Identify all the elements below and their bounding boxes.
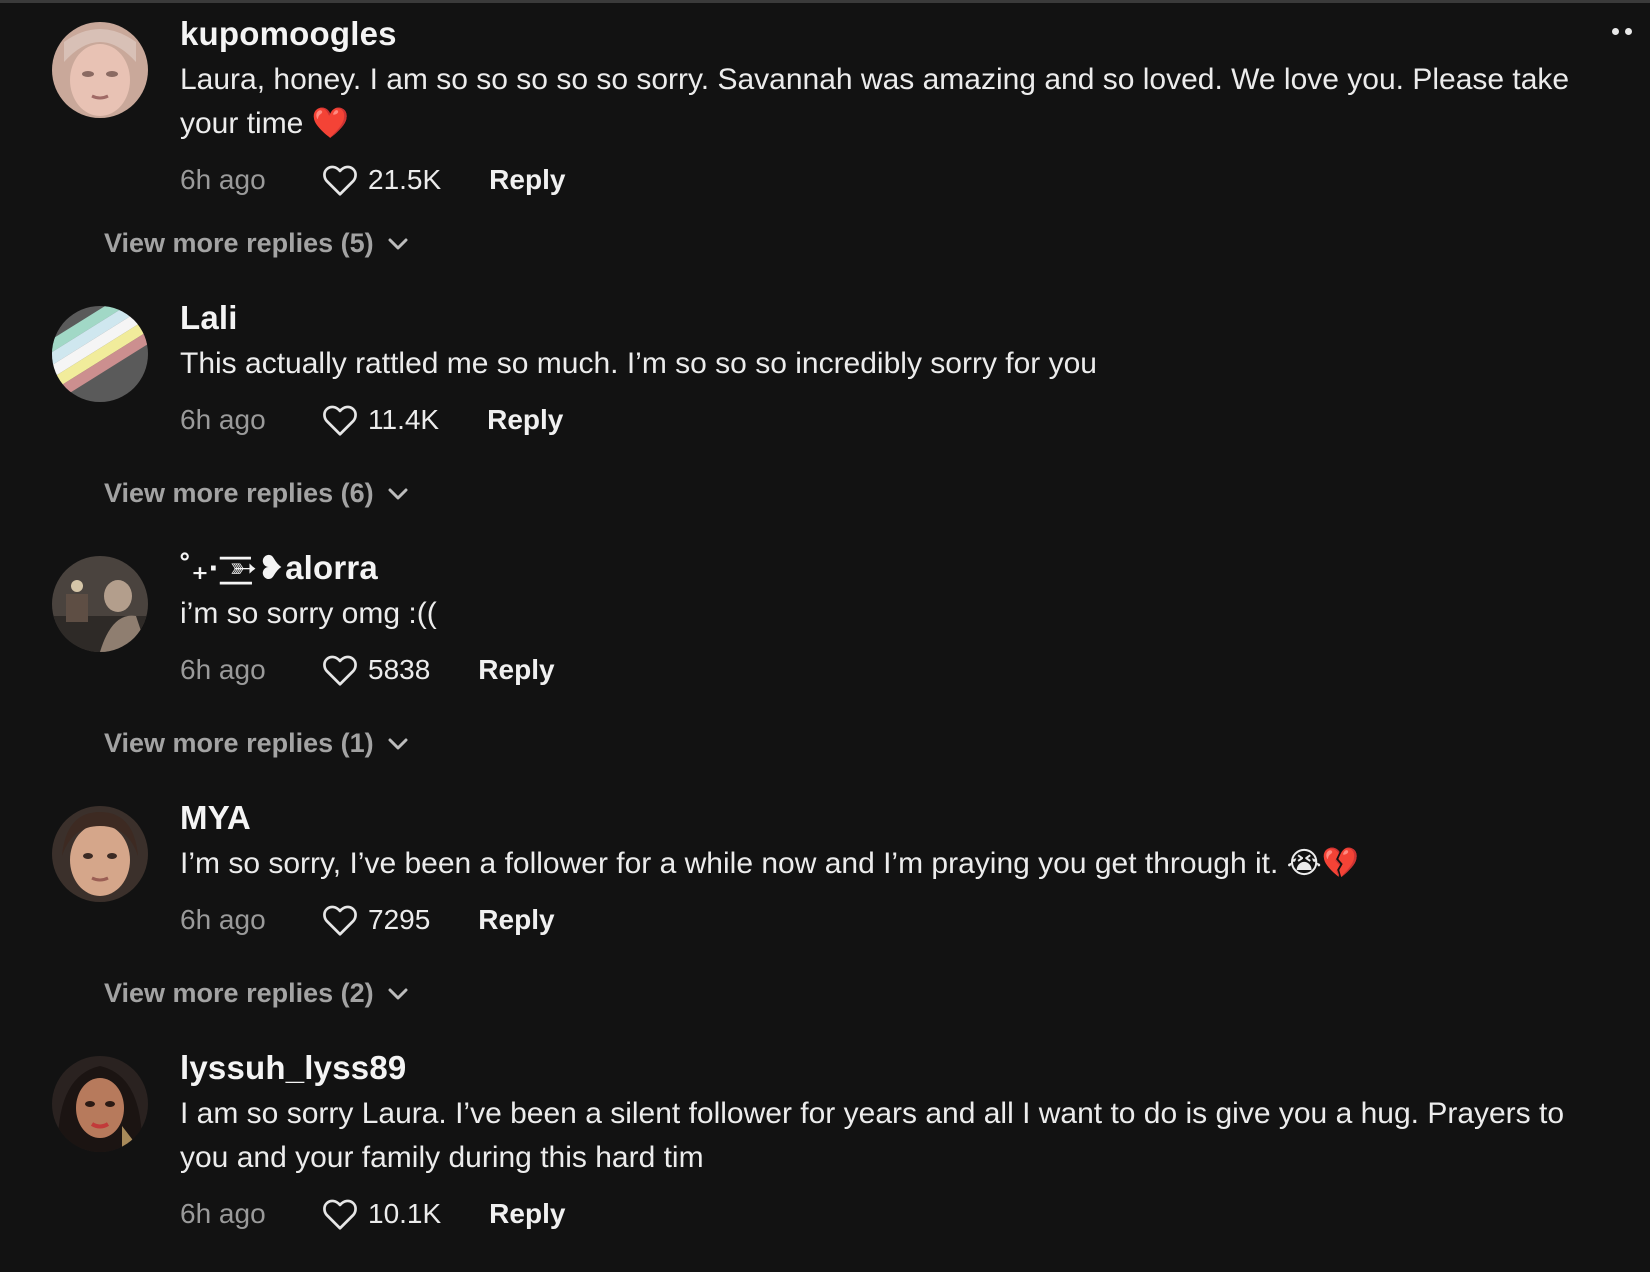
heart-outline-icon	[323, 405, 357, 436]
comment-username[interactable]: ˚₊· ͟͟͞͞➳❥alorra	[180, 546, 1600, 590]
view-more-label: View more replies (1)	[104, 728, 374, 758]
chevron-down-icon	[388, 738, 408, 749]
heart-outline-icon	[323, 655, 357, 686]
top-divider	[0, 0, 1650, 3]
reply-button[interactable]: Reply	[478, 904, 554, 936]
view-more-label: View more replies (2)	[104, 978, 374, 1008]
view-more-replies[interactable]: View more replies (5)	[104, 228, 408, 259]
view-more-replies[interactable]: View more replies (1)	[104, 728, 408, 759]
like-count: 21.5K	[368, 164, 442, 195]
comment-text: This actually rattled me so much. I’m so…	[180, 347, 1097, 380]
like-button[interactable]: 21.5K	[322, 163, 441, 197]
avatar[interactable]	[52, 556, 148, 652]
view-more-label: View more replies (6)	[104, 478, 374, 508]
more-options-icon[interactable]	[1612, 28, 1632, 35]
comment-username[interactable]: kupomoogles	[180, 12, 1600, 56]
like-button[interactable]: 7295	[322, 903, 430, 937]
reply-button[interactable]: Reply	[489, 1198, 565, 1230]
comment-time: 6h ago	[180, 904, 266, 935]
comment-username[interactable]: MYA	[180, 796, 1600, 840]
chevron-down-icon	[388, 488, 408, 499]
view-more-label: View more replies (5)	[104, 228, 374, 258]
reply-button[interactable]: Reply	[487, 404, 563, 436]
avatar[interactable]	[52, 306, 148, 402]
avatar[interactable]	[52, 806, 148, 902]
comment-time: 6h ago	[180, 404, 266, 435]
comment-text: Laura, honey. I am so so so so so sorry.…	[180, 63, 1570, 140]
like-button[interactable]: 5838	[322, 653, 430, 687]
like-count: 5838	[368, 654, 431, 685]
reply-button[interactable]: Reply	[478, 654, 554, 686]
comment-time: 6h ago	[180, 654, 266, 685]
comment-time: 6h ago	[180, 164, 266, 195]
like-button[interactable]: 10.1K	[322, 1197, 441, 1231]
comment-text: i’m so sorry omg :((	[180, 597, 437, 630]
reply-button[interactable]: Reply	[489, 164, 565, 196]
view-more-replies[interactable]: View more replies (6)	[104, 478, 408, 509]
like-count: 7295	[368, 904, 431, 935]
like-count: 11.4K	[368, 404, 440, 435]
heart-outline-icon	[323, 905, 357, 936]
heart-outline-icon	[323, 1199, 357, 1230]
chevron-down-icon	[388, 238, 408, 249]
chevron-down-icon	[388, 988, 408, 999]
comment-username[interactable]: Lali	[180, 296, 1600, 340]
view-more-replies[interactable]: View more replies (2)	[104, 978, 408, 1009]
comment-text: I’m so sorry, I’ve been a follower for a…	[180, 847, 1360, 880]
like-button[interactable]: 11.4K	[322, 403, 439, 437]
avatar[interactable]	[52, 1056, 148, 1152]
comment-username[interactable]: lyssuh_lyss89	[180, 1046, 1600, 1090]
avatar[interactable]	[52, 22, 148, 118]
comment-text: I am so sorry Laura. I’ve been a silent …	[180, 1097, 1565, 1174]
like-count: 10.1K	[368, 1198, 442, 1229]
heart-outline-icon	[323, 165, 357, 196]
comment-time: 6h ago	[180, 1198, 266, 1229]
